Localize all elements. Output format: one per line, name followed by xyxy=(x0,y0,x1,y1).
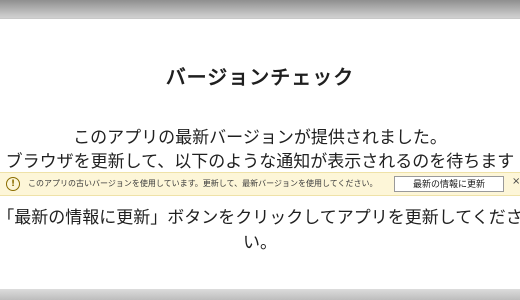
dialog-message-line-2: ブラウザを更新して、以下のような通知が表示されるのを待ちます xyxy=(5,152,515,172)
dialog-title: バージョンチェック xyxy=(165,65,355,89)
update-notification-bar: ! このアプリの古いバージョンを使用しています。更新して、最新バージョンを使用し… xyxy=(0,172,520,196)
dialog-message-line-1: このアプリの最新バージョンが提供されました。 xyxy=(73,128,447,148)
version-check-dialog: バージョンチェック このアプリの最新バージョンが提供されました。 ブラウザを更新… xyxy=(0,18,520,291)
dialog-message-line-3: 「最新の情報に更新」ボタンをクリックしてアプリを更新してくださ xyxy=(0,208,520,228)
notification-text: このアプリの古いバージョンを使用しています。更新して、最新バージョンを使用してく… xyxy=(28,179,378,188)
dialog-message-line-4: い。 xyxy=(243,233,277,253)
info-icon: ! xyxy=(6,177,20,191)
refresh-button[interactable]: 最新の情報に更新 xyxy=(394,176,504,192)
close-icon[interactable]: × xyxy=(512,176,520,187)
window-bottom-edge xyxy=(0,289,520,300)
